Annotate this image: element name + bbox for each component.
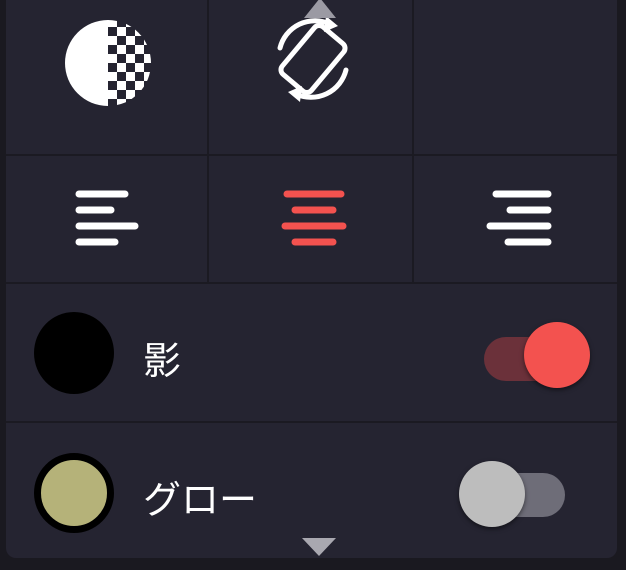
shadow-label: 影	[143, 339, 182, 383]
alignment-row	[6, 156, 617, 284]
opacity-icon	[65, 20, 151, 106]
text-style-panel: 影 グロー	[6, 0, 617, 558]
empty-cell	[414, 0, 617, 154]
shadow-toggle-knob	[524, 322, 590, 388]
align-left-button[interactable]	[6, 156, 209, 282]
opacity-button[interactable]	[6, 0, 209, 154]
scroll-down-arrow[interactable]	[302, 538, 336, 556]
glow-color-swatch[interactable]	[34, 453, 114, 533]
align-center-icon	[281, 190, 347, 246]
glow-toggle[interactable]	[459, 461, 569, 527]
align-center-button[interactable]	[209, 156, 414, 282]
align-right-icon	[486, 190, 552, 246]
shadow-option-row[interactable]: 影	[6, 284, 617, 423]
effects-row	[6, 0, 617, 156]
align-left-icon	[75, 190, 139, 246]
glow-label: グロー	[143, 478, 258, 522]
align-right-button[interactable]	[414, 156, 617, 282]
shadow-color-swatch[interactable]	[34, 312, 114, 394]
scroll-up-arrow[interactable]	[304, 0, 336, 18]
glow-toggle-knob	[459, 461, 525, 527]
shadow-toggle[interactable]	[484, 322, 590, 388]
rotate-button[interactable]	[209, 0, 414, 154]
rotate-icon	[277, 16, 349, 102]
